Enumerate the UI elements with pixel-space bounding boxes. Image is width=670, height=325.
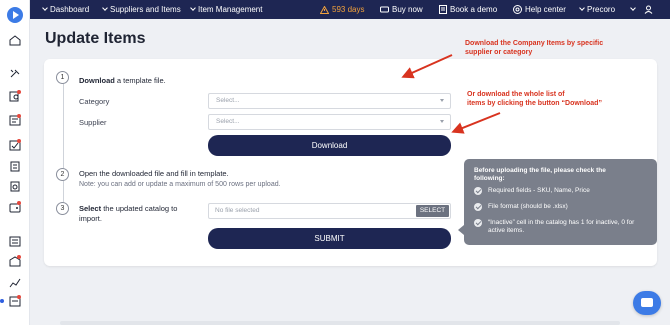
check-circle-icon	[474, 203, 482, 211]
tooltip-item-text: File format (should be .xlsx)	[488, 203, 568, 210]
tooltip-item: “Inactive” cell in the catalog has 1 for…	[474, 219, 652, 235]
tooltip-item: File format (should be .xlsx)	[474, 203, 652, 211]
tooltip-title-line2: following:	[474, 175, 505, 182]
arrow-to-download	[451, 112, 501, 134]
check-circle-icon	[474, 219, 482, 227]
tooltip-item-text: “Inactive” cell in the catalog has 1 for…	[488, 219, 635, 234]
tooltip-item-text: Required fields - SKU, Name, Price	[488, 187, 590, 194]
upload-checklist-tooltip: Before uploading the file, please check …	[458, 159, 657, 245]
arrow-to-filters	[401, 54, 453, 79]
horizontal-scrollbar[interactable]	[60, 321, 620, 325]
tooltip-title: Before uploading the file, please check …	[474, 167, 649, 183]
chat-support-button[interactable]	[633, 291, 661, 315]
tooltip-title-line1: Before uploading the file, please check …	[474, 167, 606, 174]
tooltip-item: Required fields - SKU, Name, Price	[474, 187, 652, 195]
check-circle-icon	[474, 187, 482, 195]
